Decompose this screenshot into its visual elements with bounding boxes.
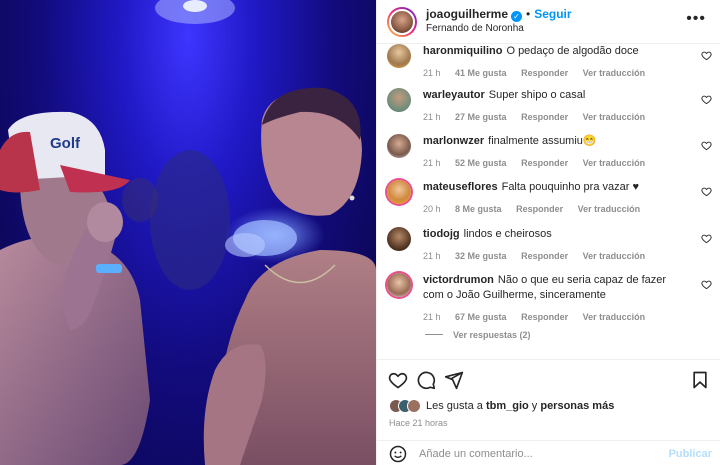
liker-username[interactable]: tbm_gio <box>486 400 529 412</box>
comment-likes[interactable]: 52 Me gusta <box>455 158 507 168</box>
save-bookmark-icon[interactable] <box>690 370 710 390</box>
comment-text: Super shipo o casal <box>488 89 586 101</box>
reply-button[interactable]: Responder <box>516 204 563 214</box>
follow-button[interactable]: Seguir <box>534 7 571 21</box>
comment-avatar[interactable] <box>387 44 411 68</box>
comment-time[interactable]: 21 h <box>423 251 441 261</box>
comment-avatar[interactable] <box>387 273 411 297</box>
reply-button[interactable]: Responder <box>521 312 568 322</box>
like-comment-heart-icon[interactable] <box>701 279 712 290</box>
post-location[interactable]: Fernando de Noronha <box>426 22 572 35</box>
like-comment-heart-icon[interactable] <box>701 94 712 105</box>
comment-username[interactable]: mateuseflores <box>423 181 498 193</box>
comment-text: lindos e cheirosos <box>463 228 552 240</box>
view-replies-button[interactable]: Ver respuestas (2) <box>425 330 531 340</box>
publish-button[interactable]: Publicar <box>669 448 712 460</box>
like-heart-icon[interactable] <box>388 370 408 390</box>
separator-dot: • <box>526 7 531 21</box>
comment-username[interactable]: warleyautor <box>423 89 485 101</box>
reply-button[interactable]: Responder <box>521 158 568 168</box>
post-photo-illustration: Golf <box>0 0 376 465</box>
replies-line <box>425 334 443 335</box>
likes-prefix: Les gusta a <box>426 400 483 412</box>
post-photo[interactable]: Golf <box>0 0 376 465</box>
comment-username[interactable]: marlonwzer <box>423 135 484 147</box>
comment-time[interactable]: 21 h <box>423 68 441 78</box>
comment-avatar[interactable] <box>387 88 411 112</box>
translate-button[interactable]: Ver traducción <box>578 204 641 214</box>
likes-summary: Les gusta a tbm_gio y personas más <box>389 399 614 413</box>
reply-button[interactable]: Responder <box>521 251 568 261</box>
liker-avatar[interactable] <box>407 399 421 413</box>
comment-time[interactable]: 21 h <box>423 112 441 122</box>
comment-username[interactable]: haronmiquilino <box>423 45 502 57</box>
comment-avatar[interactable] <box>387 180 411 204</box>
verified-badge-icon: ✓ <box>511 11 523 22</box>
post-time-ago[interactable]: Hace 21 horas <box>389 418 448 428</box>
comment-text: finalmente assumiu😁 <box>488 135 597 147</box>
like-comment-heart-icon[interactable] <box>701 140 712 151</box>
comment-likes[interactable]: 41 Me gusta <box>455 68 507 78</box>
more-options-icon[interactable]: ••• <box>686 11 706 27</box>
comment-avatar[interactable] <box>387 227 411 251</box>
reply-button[interactable]: Responder <box>521 112 568 122</box>
cap-logo-text: Golf <box>50 135 81 152</box>
comment-avatar[interactable] <box>387 134 411 158</box>
add-comment-bar: Publicar <box>377 440 720 465</box>
comment-text: O pedaço de algodão doce <box>506 45 639 57</box>
comment-time[interactable]: 21 h <box>423 312 441 322</box>
post-panel: joaoguilherme ✓ • Seguir Fernando de Noronh… <box>376 0 720 465</box>
comment-username[interactable]: tiodojg <box>423 228 460 240</box>
like-comment-heart-icon[interactable] <box>701 233 712 244</box>
comment-likes[interactable]: 27 Me gusta <box>455 112 507 122</box>
author-avatar[interactable] <box>387 6 417 37</box>
comment-time[interactable]: 20 h <box>423 204 441 214</box>
comment-username[interactable]: victordrumon <box>423 274 494 286</box>
emoji-icon[interactable] <box>389 445 407 463</box>
like-comment-heart-icon[interactable] <box>701 50 712 61</box>
translate-button[interactable]: Ver traducción <box>583 112 646 122</box>
reply-button[interactable]: Responder <box>521 68 568 78</box>
comments-list[interactable]: haronmiquilino O pedaço de algodão doce 2… <box>377 44 720 359</box>
post-actions: Les gusta a tbm_gio y personas más Hace … <box>377 359 720 465</box>
translate-button[interactable]: Ver traducción <box>583 251 646 261</box>
translate-button[interactable]: Ver traducción <box>583 68 646 78</box>
comment-likes[interactable]: 32 Me gusta <box>455 251 507 261</box>
translate-button[interactable]: Ver traducción <box>583 312 646 322</box>
share-send-icon[interactable] <box>444 370 464 390</box>
translate-button[interactable]: Ver traducción <box>583 158 646 168</box>
comment-likes[interactable]: 67 Me gusta <box>455 312 507 322</box>
comment-input[interactable] <box>419 447 649 460</box>
view-replies-label: Ver respuestas (2) <box>453 330 531 340</box>
post-header: joaoguilherme ✓ • Seguir Fernando de Noronh… <box>377 0 720 44</box>
likes-others-link[interactable]: personas más <box>540 400 614 412</box>
comment-likes[interactable]: 8 Me gusta <box>455 204 502 214</box>
author-username[interactable]: joaoguilherme <box>426 7 508 21</box>
comment-time[interactable]: 21 h <box>423 158 441 168</box>
likes-joiner: y <box>531 400 538 412</box>
comment-bubble-icon[interactable] <box>416 370 436 390</box>
comment-text: Falta pouquinho pra vazar ♥ <box>501 181 639 193</box>
like-comment-heart-icon[interactable] <box>701 186 712 197</box>
